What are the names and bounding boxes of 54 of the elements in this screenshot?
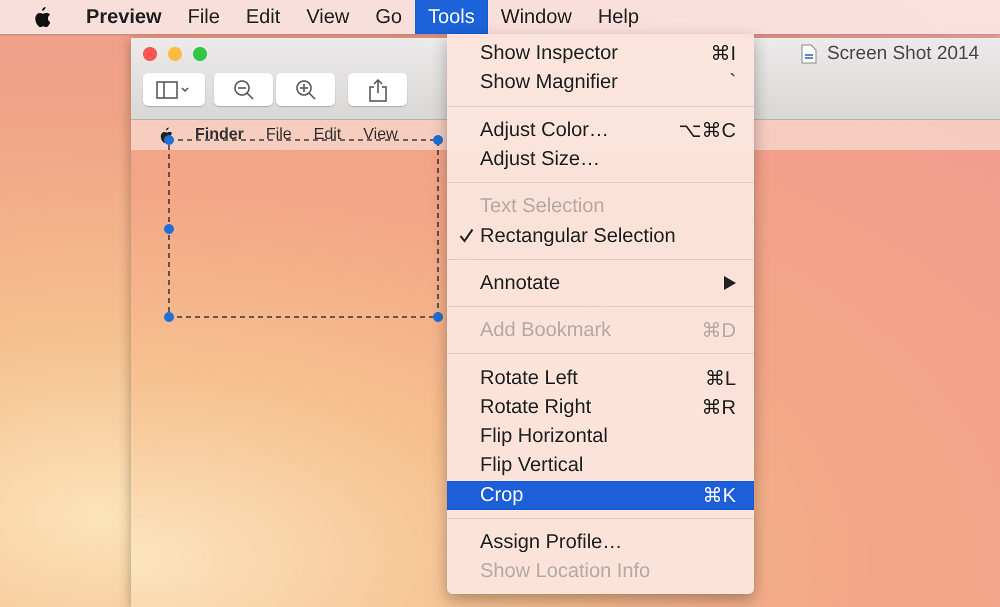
- menu-item-label: Flip Horizontal: [480, 425, 609, 448]
- keyboard-shortcut: ⌥⌘C: [678, 118, 736, 143]
- keyboard-shortcut: ⌘L: [704, 366, 736, 391]
- keyboard-shortcut: `: [729, 71, 736, 94]
- menu-item-label: Adjust Color…: [480, 118, 610, 142]
- menu-item-label: Rectangular Selection: [480, 224, 677, 248]
- keyboard-shortcut: ⌘I: [710, 42, 736, 66]
- menu-item-label: Text Selection: [480, 195, 606, 218]
- menu-item[interactable]: Adjust Size…: [447, 144, 754, 174]
- menu-item-label: Show Magnifier: [480, 71, 619, 94]
- menu-item-label: Adjust Size…: [480, 148, 602, 172]
- menu-item-label: Assign Profile…: [480, 531, 624, 554]
- menu-item-label: Show Inspector: [480, 42, 619, 66]
- menu-item[interactable]: Rotate Right ⌘R: [447, 392, 754, 422]
- menu-item[interactable]: Annotate: [447, 268, 754, 298]
- keyboard-shortcut: ⌘D: [702, 319, 736, 344]
- menu-item[interactable]: Flip Horizontal: [447, 422, 754, 452]
- keyboard-shortcut: ⌘R: [702, 396, 736, 420]
- sidebar-button[interactable]: [143, 73, 205, 106]
- menu-item-label: Rotate Left: [480, 366, 579, 390]
- menu-item[interactable]: Show Magnifier `: [447, 68, 754, 98]
- zoom-in-icon: [294, 78, 316, 100]
- menu-bar-item[interactable]: File: [174, 0, 233, 34]
- menu-item-label: Annotate: [480, 272, 562, 295]
- menu-item[interactable]: Flip Vertical: [447, 451, 754, 481]
- menu-item[interactable]: Crop ⌘K: [447, 480, 754, 510]
- share-button[interactable]: [348, 73, 407, 106]
- zoom-out-button[interactable]: [214, 73, 273, 106]
- menu-bar-item[interactable]: Tools: [415, 0, 488, 34]
- menu-bar-item[interactable]: Help: [584, 0, 652, 34]
- menu-bar-item[interactable]: View: [293, 0, 362, 34]
- zoom-in-button[interactable]: [276, 73, 335, 106]
- window-title: Screen Shot 2014: [827, 43, 980, 65]
- menu-item[interactable]: Show Inspector ⌘I: [447, 39, 754, 68]
- submenu-arrow-icon: [724, 276, 736, 290]
- menu-item[interactable]: Rotate Left ⌘L: [447, 363, 754, 393]
- zoom-out-icon: [232, 78, 254, 100]
- menu-item[interactable]: Adjust Color… ⌥⌘C: [447, 116, 754, 145]
- menu-bar-item[interactable]: Window: [488, 0, 585, 34]
- menu-bar-item[interactable]: Preview: [73, 0, 175, 34]
- menu-bar-item[interactable]: Edit: [232, 0, 294, 34]
- menu-bar-item[interactable]: Go: [362, 0, 415, 34]
- menu-item-label: Flip Vertical: [480, 454, 584, 478]
- menu-item[interactable]: Assign Profile…: [447, 528, 754, 558]
- menu-item-label: Show Location Info: [480, 560, 652, 584]
- menu-item-label: Add Bookmark: [480, 319, 612, 342]
- document-icon: [801, 44, 817, 64]
- keyboard-shortcut: ⌘K: [702, 484, 736, 508]
- menu-item-label: Rotate Right: [480, 396, 592, 419]
- close-button[interactable]: [143, 47, 157, 61]
- menu-item-label: Crop: [480, 484, 524, 507]
- share-icon: [368, 78, 388, 102]
- apple-logo-icon[interactable]: [33, 6, 51, 28]
- menu-item[interactable]: Rectangular Selection: [447, 221, 754, 251]
